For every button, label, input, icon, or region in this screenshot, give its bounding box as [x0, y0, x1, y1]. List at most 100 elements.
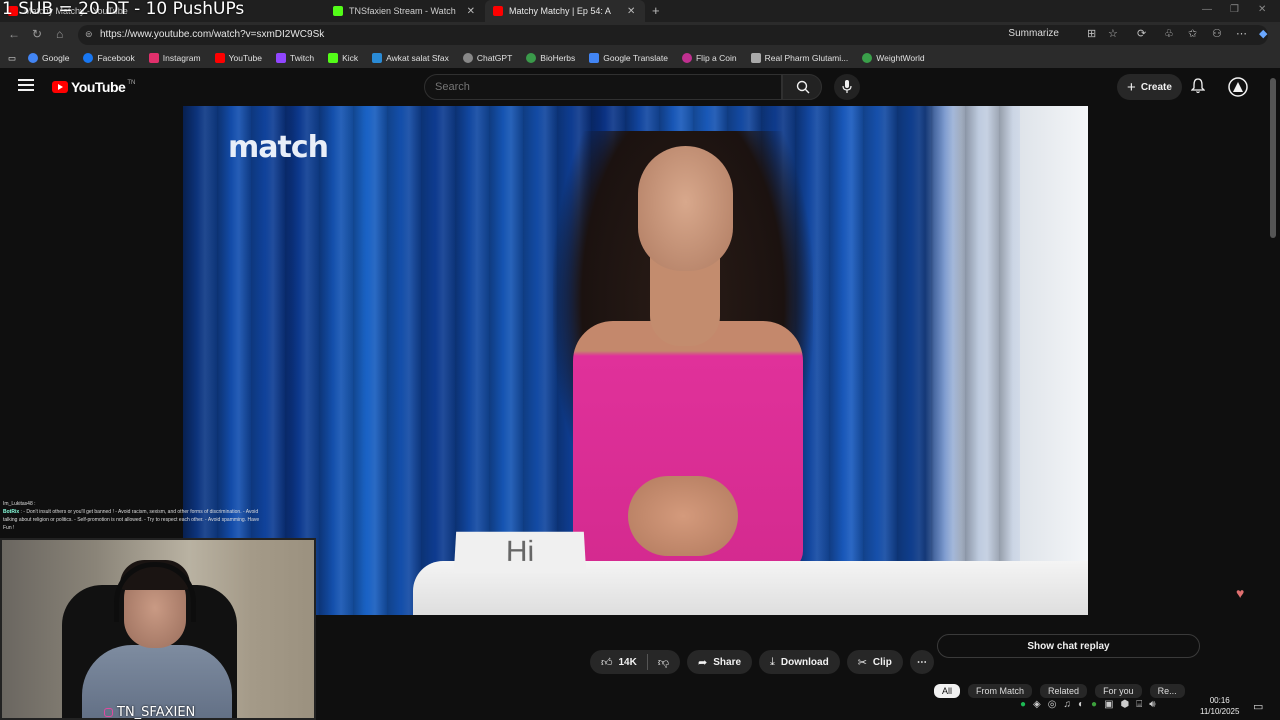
coin-icon: [681, 53, 692, 63]
youtube-icon: [214, 53, 225, 63]
bookmark-chatgpt[interactable]: ChatGPT: [462, 53, 512, 63]
chatgpt-icon: [462, 53, 473, 63]
like-dislike-group: 👍︎ 14K 👎︎: [590, 650, 681, 674]
bookmark-bioherbs[interactable]: BioHerbs: [526, 53, 575, 63]
search-box[interactable]: [424, 74, 782, 100]
account-avatar[interactable]: [1228, 77, 1248, 97]
download-icon: ⤓: [770, 655, 775, 668]
tray-app-icon[interactable]: ◎: [1048, 699, 1057, 710]
streamer-name-tag: TN_SFAXIEN: [104, 705, 195, 720]
bookmark-twitch[interactable]: Twitch: [276, 53, 314, 63]
thumbs-up-icon[interactable]: 👍︎: [601, 656, 613, 669]
like-count[interactable]: 14K: [619, 657, 637, 668]
chip-more[interactable]: Re...: [1149, 684, 1185, 698]
stream-chat-overlay: Im_Lukitas48 : BotRix : - Don't insult o…: [3, 500, 263, 532]
tray-app-icon[interactable]: ◐: [1078, 699, 1084, 710]
spotify-icon[interactable]: ●: [1020, 699, 1026, 710]
back-arrow-icon[interactable]: ←: [8, 27, 20, 41]
bookmark-awkat-salat[interactable]: Awkat salat Sfax: [372, 53, 449, 63]
chip-all[interactable]: All: [934, 684, 961, 698]
notifications-bell-icon[interactable]: [1191, 78, 1205, 94]
xbox-icon[interactable]: ●: [1091, 699, 1097, 710]
new-tab-icon[interactable]: +: [652, 3, 660, 18]
show-chat-replay-button[interactable]: Show chat replay: [937, 634, 1200, 658]
headphones-icon[interactable]: ♫: [1063, 699, 1071, 710]
more-actions-button[interactable]: ⋯: [909, 650, 934, 674]
favorites-icon[interactable]: ✩: [1188, 27, 1197, 40]
bookmark-youtube[interactable]: YouTube: [214, 53, 262, 63]
tray-app-icon[interactable]: ◈: [1033, 699, 1041, 710]
google-icon: [28, 53, 39, 63]
site-info-icon[interactable]: ⊜: [85, 29, 93, 40]
network-icon[interactable]: ⌸: [1136, 699, 1142, 710]
close-tab-icon[interactable]: ✕: [467, 6, 475, 17]
twitch-icon: [276, 53, 286, 63]
translate-icon: [589, 53, 600, 63]
search-button[interactable]: [782, 74, 822, 100]
create-button[interactable]: + Create: [1117, 74, 1182, 100]
volume-icon[interactable]: 🔊︎: [1149, 699, 1155, 710]
browser-tab-strip: Matchy Matchy - YouTube TNSfaxien Stream…: [0, 0, 1280, 22]
divider: [646, 654, 648, 670]
bookmark-real-pharm[interactable]: Real Pharm Glutami...: [750, 53, 848, 63]
sidebar-toggle-icon[interactable]: ▭: [8, 53, 16, 64]
voice-search-button[interactable]: [834, 74, 860, 100]
youtube-play-icon: [52, 81, 68, 93]
kick-icon: [328, 53, 339, 63]
pharm-icon: [750, 53, 761, 63]
thumbs-down-icon[interactable]: 👎︎: [658, 656, 669, 669]
download-button[interactable]: ⤓ Download: [759, 650, 840, 674]
chip-for-you[interactable]: For you: [1095, 684, 1142, 698]
bioherbs-icon: [526, 53, 537, 63]
summarize-button[interactable]: Summarize: [1008, 28, 1059, 39]
favorite-star-icon[interactable]: ☆: [1108, 27, 1118, 40]
video-player[interactable]: match Hi: [183, 106, 1088, 615]
notifications-icon[interactable]: ▭: [1253, 700, 1263, 713]
minimize-icon[interactable]: —: [1202, 4, 1212, 15]
close-window-icon[interactable]: ✕: [1258, 4, 1266, 15]
youtube-logo[interactable]: YouTube TN: [52, 79, 135, 95]
chip-related[interactable]: Related: [1040, 684, 1088, 698]
clip-button[interactable]: ✂ Clip: [846, 650, 903, 674]
plus-icon: +: [1127, 78, 1136, 96]
tab-matchy-ep54[interactable]: Matchy Matchy | Ep 54: A ✕: [485, 0, 645, 22]
youtube-header: YouTube TN + Create: [0, 68, 1280, 106]
home-icon[interactable]: ⌂: [56, 27, 63, 41]
instagram-icon: [148, 53, 159, 63]
share-button[interactable]: ➦ Share: [687, 650, 753, 674]
restore-icon[interactable]: ❐: [1230, 4, 1239, 15]
chip-from-match[interactable]: From Match: [968, 684, 1033, 698]
profile-icon[interactable]: ⚇: [1212, 27, 1222, 40]
extensions-icon[interactable]: ⟳: [1137, 27, 1146, 40]
tray-app-icon[interactable]: ▣: [1104, 699, 1113, 710]
page-scrollbar[interactable]: [1270, 78, 1276, 238]
copilot-icon[interactable]: ◆: [1259, 27, 1267, 40]
address-bar: ← ↻ ⌂ ⊜ https://www.youtube.com/watch?v=…: [0, 22, 1280, 48]
bookmark-flip-coin[interactable]: Flip a Coin: [681, 53, 737, 63]
scissors-icon: ✂: [857, 656, 867, 669]
search-icon: [796, 80, 810, 94]
tray-app-icon[interactable]: ⬢: [1121, 699, 1130, 710]
search-input[interactable]: [435, 81, 765, 93]
hamburger-menu-icon[interactable]: [18, 79, 34, 91]
match-handshake-icon: ♥: [1236, 585, 1245, 601]
refresh-icon[interactable]: ↻: [32, 27, 42, 41]
filter-chips: All From Match Related For you Re...: [934, 684, 1193, 698]
bookmark-facebook[interactable]: Facebook: [83, 53, 135, 63]
app-icon[interactable]: ⊞: [1087, 27, 1096, 40]
close-tab-icon[interactable]: ✕: [627, 6, 635, 17]
share-icon: ➦: [698, 656, 708, 669]
bookmark-weightworld[interactable]: WeightWorld: [862, 53, 925, 63]
bookmark-google-translate[interactable]: Google Translate: [589, 53, 668, 63]
match-watermark: match: [228, 130, 329, 165]
browser-essentials-icon[interactable]: ♧: [1164, 27, 1174, 40]
chat-user-line: Im_Lukitas48 :: [3, 501, 36, 507]
bookmark-instagram[interactable]: Instagram: [148, 53, 201, 63]
menu-dots-icon[interactable]: ⋯: [1236, 27, 1247, 40]
bookmark-google[interactable]: Google: [28, 53, 69, 63]
taskbar-clock[interactable]: 00:16 11/10/2025: [1200, 695, 1239, 717]
youtube-favicon-icon: [493, 6, 503, 16]
tab-kick-stream[interactable]: TNSfaxien Stream - Watch Live on Kick ✕: [325, 0, 483, 22]
bookmark-kick[interactable]: Kick: [328, 53, 358, 63]
video-actions: 👍︎ 14K 👎︎ ➦ Share ⤓ Download ✂ Clip ⋯: [590, 650, 941, 674]
